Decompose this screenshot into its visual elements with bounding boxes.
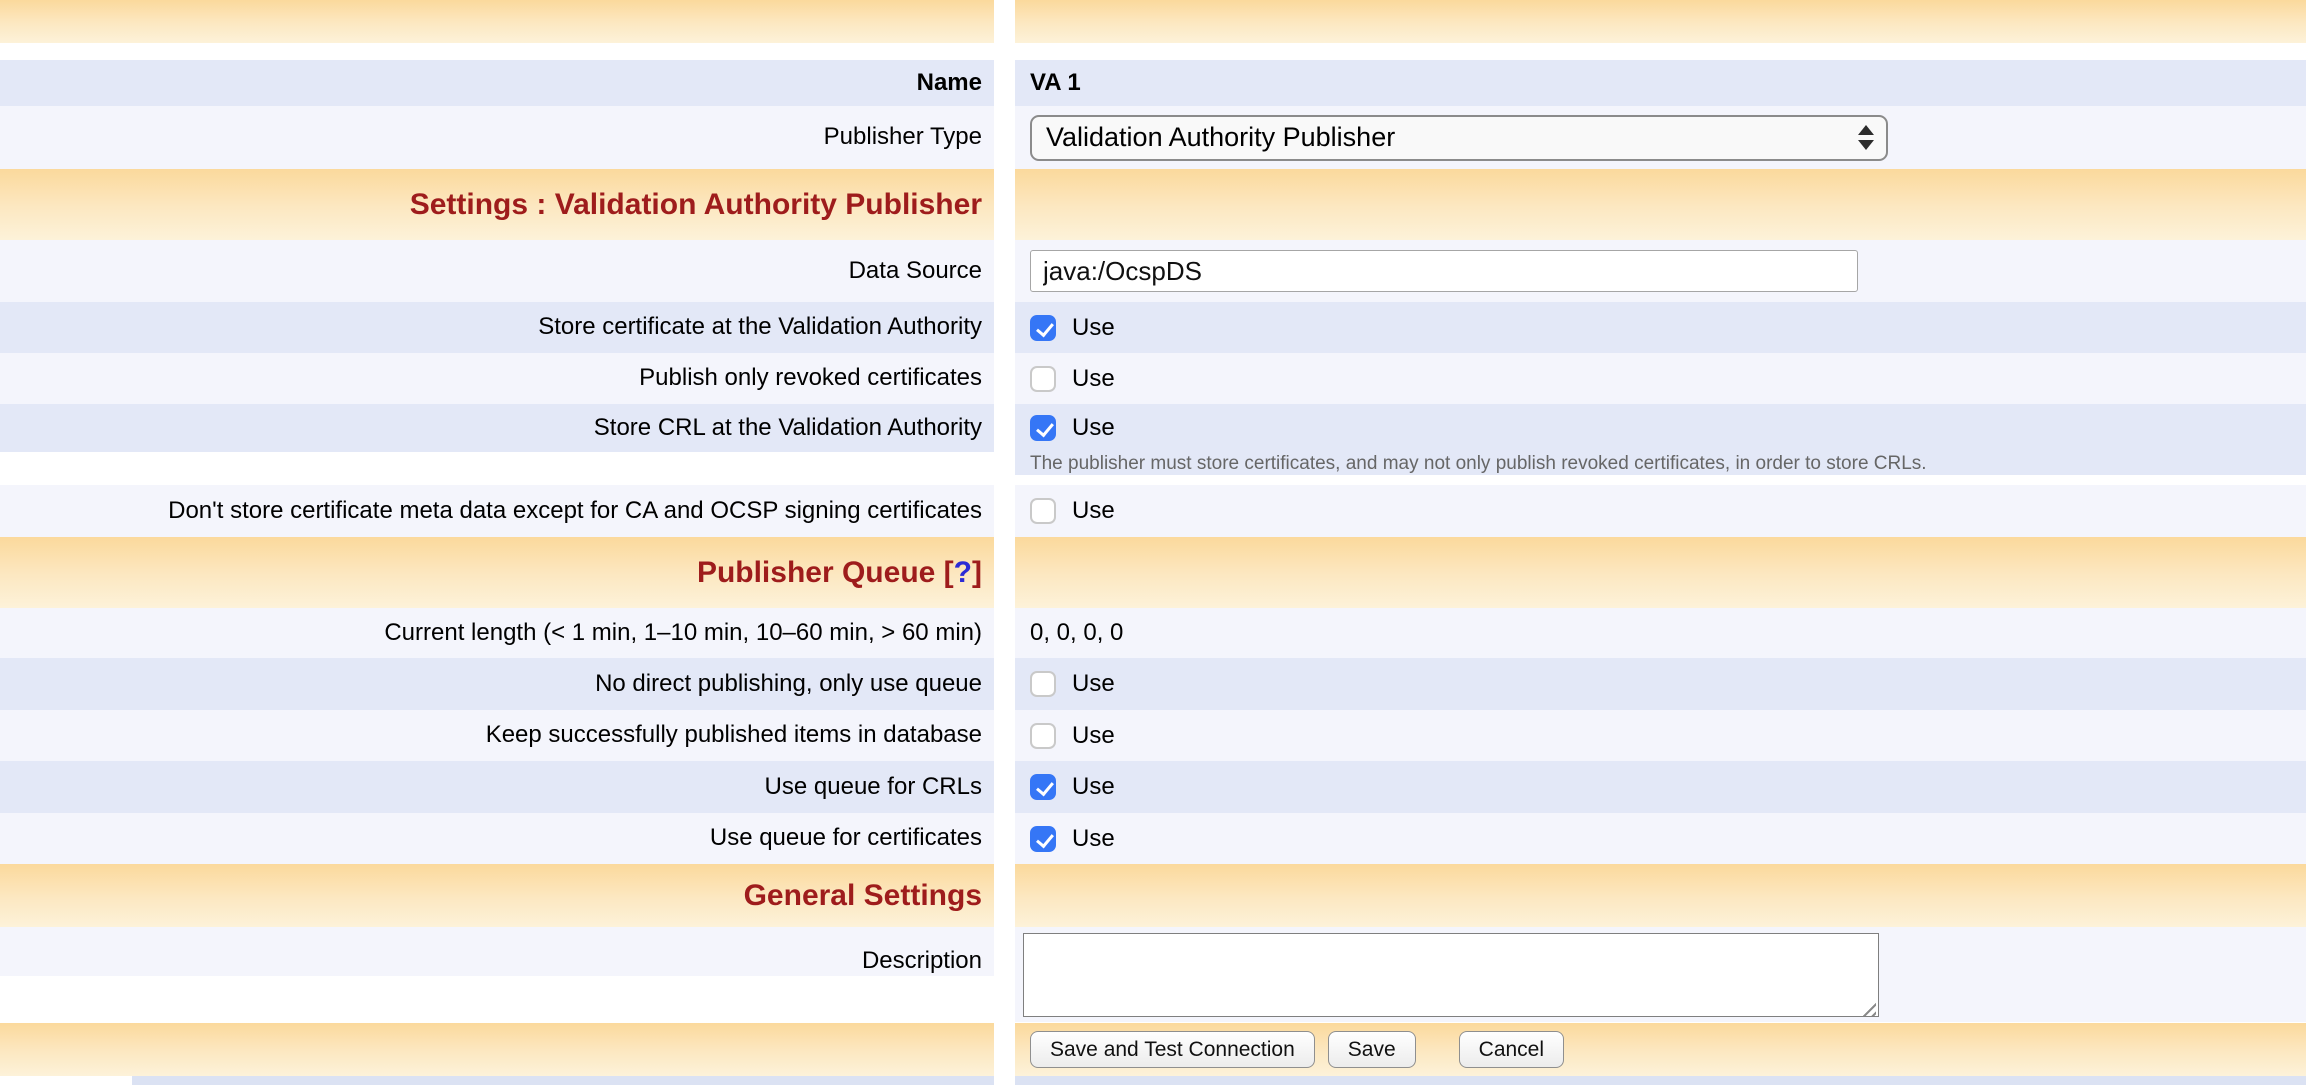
current-length-value: 0, 0, 0, 0: [1030, 619, 1123, 647]
description-textarea[interactable]: [1023, 933, 1879, 1017]
table-spacer: [0, 43, 2306, 60]
keep-published-label: Keep successfully published items in dat…: [486, 721, 982, 750]
row-queue-header: Publisher Queue [?]: [0, 537, 2306, 608]
publish-only-revoked-use-label: Use: [1072, 365, 1115, 393]
settings-section-title: Settings : Validation Authority Publishe…: [410, 188, 982, 222]
edit-publisher-page: Name VA 1 Publisher Type Validation Auth…: [0, 0, 2306, 1085]
row-keep-published: Keep successfully published items in dat…: [0, 710, 2306, 761]
name-label: Name: [917, 69, 982, 98]
general-section-title: General Settings: [744, 879, 982, 913]
select-stepper-icon: [1858, 125, 1874, 150]
queue-certificates-checkbox[interactable]: [1030, 826, 1056, 852]
row-queue-certificates: Use queue for certificates Use: [0, 813, 2306, 864]
store-certificate-label: Store certificate at the Validation Auth…: [538, 313, 982, 342]
publish-only-revoked-checkbox[interactable]: [1030, 366, 1056, 392]
queue-certificates-label: Use queue for certificates: [710, 824, 982, 853]
row-data-source: Data Source: [0, 240, 2306, 302]
row-queue-crls: Use queue for CRLs Use: [0, 761, 2306, 813]
top-band: [0, 0, 2306, 43]
queue-help-bracket-close: ]: [972, 556, 982, 589]
dont-store-meta-label: Don't store certificate meta data except…: [168, 497, 982, 526]
save-button[interactable]: Save: [1328, 1031, 1416, 1068]
publisher-type-selected-value: Validation Authority Publisher: [1046, 122, 1395, 153]
current-length-label: Current length (< 1 min, 1–10 min, 10–60…: [384, 619, 982, 648]
dont-store-meta-use-label: Use: [1072, 497, 1115, 525]
row-no-direct-publishing: No direct publishing, only use queue Use: [0, 658, 2306, 710]
save-and-test-connection-button[interactable]: Save and Test Connection: [1030, 1031, 1315, 1068]
row-settings-header: Settings : Validation Authority Publishe…: [0, 169, 2306, 240]
no-direct-publishing-checkbox[interactable]: [1030, 671, 1056, 697]
row-general-header: General Settings: [0, 864, 2306, 927]
queue-help-bracket-open: [: [944, 556, 954, 589]
keep-published-use-label: Use: [1072, 722, 1115, 750]
store-crl-checkbox[interactable]: [1030, 415, 1056, 441]
row-name: Name VA 1: [0, 60, 2306, 106]
keep-published-checkbox[interactable]: [1030, 723, 1056, 749]
store-certificate-checkbox[interactable]: [1030, 315, 1056, 341]
name-value: VA 1: [1030, 69, 1081, 97]
row-description: Description: [0, 927, 2306, 1023]
cancel-button[interactable]: Cancel: [1459, 1031, 1564, 1068]
row-publish-only-revoked: Publish only revoked certificates Use: [0, 353, 2306, 404]
publisher-queue-help-link[interactable]: ?: [954, 556, 972, 589]
queue-crls-checkbox[interactable]: [1030, 774, 1056, 800]
description-label: Description: [862, 927, 982, 976]
store-crl-label: Store CRL at the Validation Authority: [594, 404, 982, 452]
row-store-certificate: Store certificate at the Validation Auth…: [0, 302, 2306, 353]
publisher-type-label: Publisher Type: [824, 123, 982, 152]
queue-certificates-use-label: Use: [1072, 825, 1115, 853]
row-publisher-type: Publisher Type Validation Authority Publ…: [0, 106, 2306, 169]
queue-section-title: Publisher Queue [?]: [697, 556, 982, 590]
row-store-crl: Store CRL at the Validation Authority Us…: [0, 404, 2306, 485]
dont-store-meta-checkbox[interactable]: [1030, 498, 1056, 524]
store-crl-use-label: Use: [1072, 414, 1115, 442]
publish-only-revoked-label: Publish only revoked certificates: [639, 364, 982, 393]
no-direct-publishing-use-label: Use: [1072, 670, 1115, 698]
data-source-label: Data Source: [849, 257, 982, 286]
row-dont-store-meta: Don't store certificate meta data except…: [0, 485, 2306, 537]
row-buttons: Save and Test Connection Save Cancel: [0, 1023, 2306, 1076]
store-certificate-use-label: Use: [1072, 314, 1115, 342]
queue-crls-use-label: Use: [1072, 773, 1115, 801]
data-source-input[interactable]: [1030, 250, 1858, 292]
no-direct-publishing-label: No direct publishing, only use queue: [595, 670, 982, 699]
publisher-type-select[interactable]: Validation Authority Publisher: [1030, 115, 1888, 161]
row-current-length: Current length (< 1 min, 1–10 min, 10–60…: [0, 608, 2306, 658]
queue-crls-label: Use queue for CRLs: [765, 773, 982, 802]
store-crl-help-text: The publisher must store certificates, a…: [1030, 453, 1927, 475]
